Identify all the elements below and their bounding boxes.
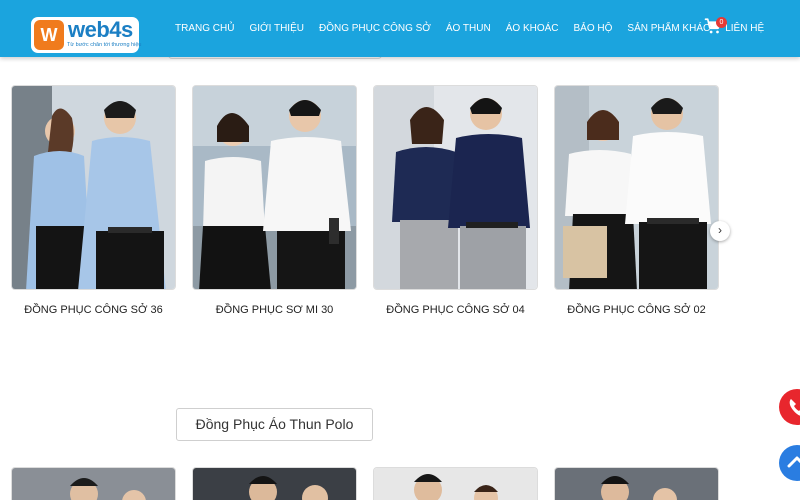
product-card[interactable] bbox=[11, 85, 176, 290]
nav-item-about[interactable]: GIỚI THIỆU bbox=[249, 22, 304, 36]
product-title[interactable]: ĐỒNG PHỤC CÔNG SỞ 36 bbox=[11, 304, 176, 316]
logo-tagline: Từ bước chân tới thương hiệu bbox=[67, 42, 142, 48]
chevron-up-icon bbox=[787, 456, 800, 468]
chevron-right-icon: › bbox=[718, 223, 722, 237]
section-title[interactable]: Đồng Phục Áo Thun Polo bbox=[176, 408, 373, 441]
product-title[interactable]: ĐỒNG PHỤC SƠ MI 30 bbox=[192, 304, 357, 316]
cart-count-badge: 0 bbox=[716, 17, 727, 28]
product-title[interactable]: ĐỒNG PHỤC CÔNG SỞ 02 bbox=[554, 304, 719, 316]
product-title[interactable]: ĐỒNG PHỤC CÔNG SỞ 04 bbox=[373, 304, 538, 316]
scroll-top-button[interactable] bbox=[779, 445, 800, 481]
site-logo[interactable]: W web4s Từ bước chân tới thương hiệu bbox=[31, 17, 142, 53]
logo-badge: W bbox=[34, 20, 64, 50]
hotline-button[interactable] bbox=[779, 389, 800, 425]
product-card[interactable] bbox=[554, 85, 719, 290]
page: W web4s Từ bước chân tới thương hiệu TRA… bbox=[0, 0, 800, 500]
site-header: W web4s Từ bước chân tới thương hiệu TRA… bbox=[0, 0, 800, 57]
product-image bbox=[12, 468, 175, 500]
product-card[interactable] bbox=[373, 467, 538, 500]
carousel-next-button[interactable]: › bbox=[710, 221, 730, 241]
nav-item-other-products[interactable]: SẢN PHẨM KHÁC bbox=[627, 22, 710, 36]
product-image bbox=[555, 468, 718, 500]
nav-item-contact[interactable]: LIÊN HỆ bbox=[725, 22, 764, 36]
product-card[interactable] bbox=[373, 85, 538, 290]
product-card[interactable] bbox=[192, 467, 357, 500]
product-card[interactable] bbox=[554, 467, 719, 500]
nav-item-tshirt[interactable]: ÁO THUN bbox=[446, 22, 491, 36]
nav-item-office-uniform[interactable]: ĐỒNG PHỤC CÔNG SỞ bbox=[319, 22, 431, 36]
product-image bbox=[374, 86, 537, 289]
nav-item-jacket[interactable]: ÁO KHOÁC bbox=[506, 22, 559, 36]
nav-item-home[interactable]: TRANG CHỦ bbox=[175, 22, 234, 36]
product-image bbox=[374, 468, 537, 500]
main-nav: TRANG CHỦ GIỚI THIỆU ĐỒNG PHỤC CÔNG SỞ Á… bbox=[175, 22, 764, 36]
product-card[interactable] bbox=[11, 467, 176, 500]
product-image bbox=[555, 86, 718, 289]
phone-icon bbox=[789, 399, 800, 416]
product-card[interactable] bbox=[192, 85, 357, 290]
logo-wordmark: web4s bbox=[68, 17, 133, 42]
nav-item-protective[interactable]: BẢO HỘ bbox=[574, 22, 613, 36]
product-image bbox=[12, 86, 175, 289]
product-image bbox=[193, 86, 356, 289]
product-image bbox=[193, 468, 356, 500]
